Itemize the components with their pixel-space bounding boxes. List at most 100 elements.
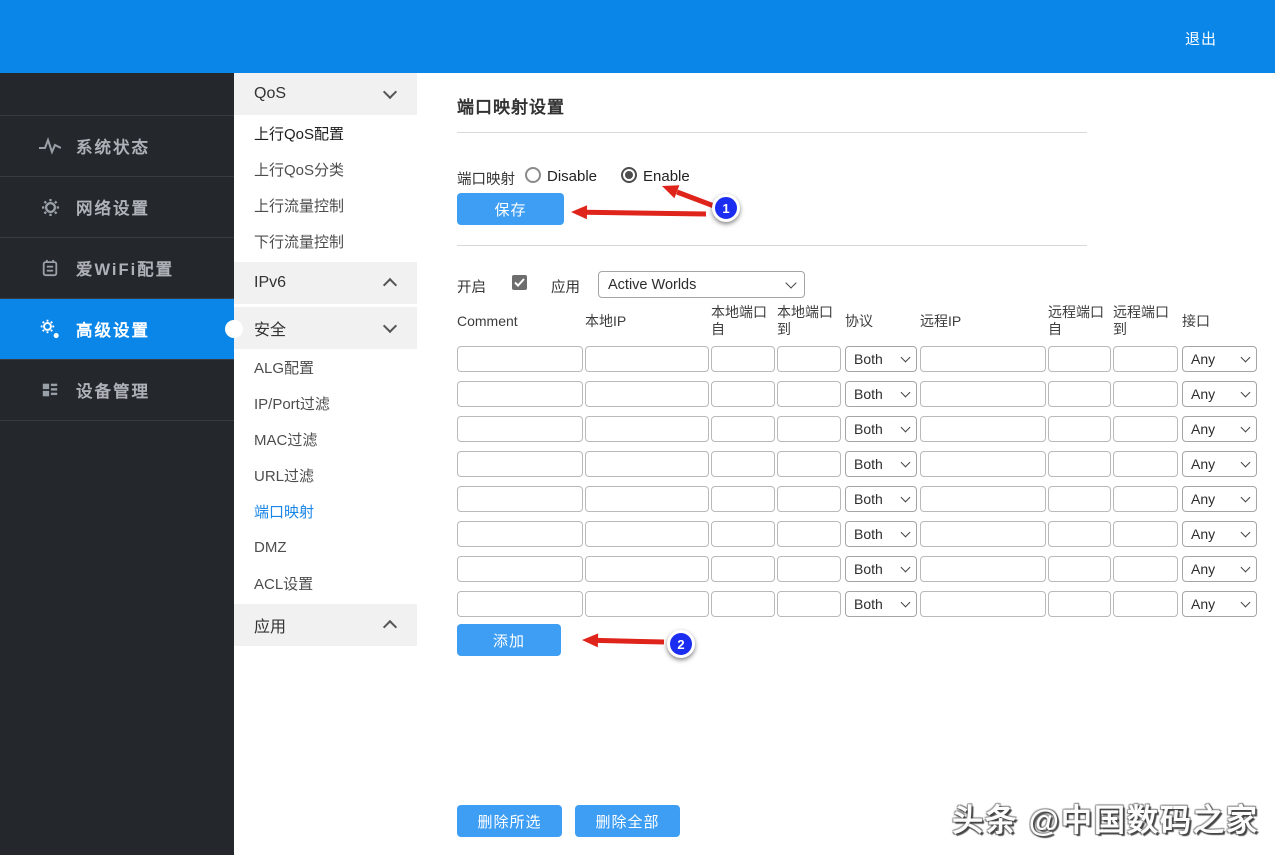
comment-input[interactable] xyxy=(457,486,583,512)
submenu-item-downlink-traffic-control[interactable]: 下行流量控制 xyxy=(234,223,417,259)
local-port-from-input[interactable] xyxy=(711,381,775,407)
submenu-item-acl-settings[interactable]: ACL设置 xyxy=(234,565,417,601)
logout-button[interactable]: 退出 xyxy=(1185,28,1217,49)
local-port-from-input[interactable] xyxy=(711,346,775,372)
sidebar-item-device-management[interactable]: 设备管理 xyxy=(0,360,234,421)
protocol-select[interactable]: Both xyxy=(845,381,917,407)
remote-port-from-input[interactable] xyxy=(1048,521,1111,547)
local-port-to-input[interactable] xyxy=(777,346,841,372)
submenu-item-port-mapping[interactable]: 端口映射 xyxy=(234,493,417,529)
remote-ip-input[interactable] xyxy=(920,416,1046,442)
local-port-to-input[interactable] xyxy=(777,381,841,407)
remote-port-from-input[interactable] xyxy=(1048,416,1111,442)
remote-port-to-input[interactable] xyxy=(1113,486,1178,512)
local-port-from-input[interactable] xyxy=(711,451,775,477)
comment-input[interactable] xyxy=(457,521,583,547)
remote-port-to-input[interactable] xyxy=(1113,451,1178,477)
protocol-select[interactable]: Both xyxy=(845,416,917,442)
remote-ip-input[interactable] xyxy=(920,521,1046,547)
protocol-select[interactable]: Both xyxy=(845,521,917,547)
submenu-section-application[interactable]: 应用 xyxy=(234,604,417,646)
submenu-section-qos[interactable]: QoS xyxy=(234,73,417,115)
local-port-from-input[interactable] xyxy=(711,556,775,582)
comment-input[interactable] xyxy=(457,591,583,617)
interface-select[interactable]: Any xyxy=(1182,591,1257,617)
submenu-item-url-filter[interactable]: URL过滤 xyxy=(234,457,417,493)
delete-selected-button[interactable]: 删除所选 xyxy=(457,805,562,837)
remote-ip-input[interactable] xyxy=(920,486,1046,512)
remote-ip-input[interactable] xyxy=(920,346,1046,372)
remote-port-to-input[interactable] xyxy=(1113,591,1178,617)
local-port-to-input[interactable] xyxy=(777,556,841,582)
local-ip-input[interactable] xyxy=(585,486,709,512)
submenu-item-uplink-qos-config[interactable]: 上行QoS配置 xyxy=(234,115,417,151)
local-port-from-input[interactable] xyxy=(711,521,775,547)
disable-radio[interactable] xyxy=(525,167,541,183)
remote-ip-input[interactable] xyxy=(920,591,1046,617)
remote-port-to-input[interactable] xyxy=(1113,416,1178,442)
sidebar-item-advanced-settings[interactable]: 高级设置 xyxy=(0,299,243,360)
interface-select[interactable]: Any xyxy=(1182,346,1257,372)
remote-port-from-input[interactable] xyxy=(1048,486,1111,512)
local-ip-input[interactable] xyxy=(585,591,709,617)
add-button[interactable]: 添加 xyxy=(457,624,561,656)
local-port-to-input[interactable] xyxy=(777,416,841,442)
local-ip-input[interactable] xyxy=(585,556,709,582)
comment-input[interactable] xyxy=(457,381,583,407)
comment-input[interactable] xyxy=(457,451,583,477)
remote-port-to-input[interactable] xyxy=(1113,556,1178,582)
sidebar-item-wifi-config[interactable]: 爱WiFi配置 xyxy=(0,238,234,299)
interface-select[interactable]: Any xyxy=(1182,521,1257,547)
remote-port-from-input[interactable] xyxy=(1048,381,1111,407)
local-ip-input[interactable] xyxy=(585,416,709,442)
interface-select[interactable]: Any xyxy=(1182,416,1257,442)
disable-radio-label[interactable]: Disable xyxy=(547,168,597,185)
submenu-item-uplink-traffic-control[interactable]: 上行流量控制 xyxy=(234,187,417,223)
submenu-section-ipv6[interactable]: IPv6 xyxy=(234,262,417,304)
remote-port-from-input[interactable] xyxy=(1048,451,1111,477)
interface-select[interactable]: Any xyxy=(1182,381,1257,407)
remote-port-to-input[interactable] xyxy=(1113,346,1178,372)
protocol-select[interactable]: Both xyxy=(845,451,917,477)
remote-ip-input[interactable] xyxy=(920,451,1046,477)
comment-input[interactable] xyxy=(457,346,583,372)
sidebar-item-system-status[interactable]: 系统状态 xyxy=(0,116,234,177)
remote-port-from-input[interactable] xyxy=(1048,346,1111,372)
comment-input[interactable] xyxy=(457,556,583,582)
remote-port-to-input[interactable] xyxy=(1113,381,1178,407)
remote-port-from-input[interactable] xyxy=(1048,591,1111,617)
local-port-to-input[interactable] xyxy=(777,591,841,617)
protocol-select[interactable]: Both xyxy=(845,346,917,372)
remote-ip-input[interactable] xyxy=(920,381,1046,407)
save-button[interactable]: 保存 xyxy=(457,193,564,225)
submenu-item-uplink-qos-class[interactable]: 上行QoS分类 xyxy=(234,151,417,187)
protocol-select[interactable]: Both xyxy=(845,556,917,582)
local-port-from-input[interactable] xyxy=(711,486,775,512)
enable-radio[interactable] xyxy=(621,167,637,183)
remote-port-from-input[interactable] xyxy=(1048,556,1111,582)
enable-radio-label[interactable]: Enable xyxy=(643,168,690,185)
local-port-to-input[interactable] xyxy=(777,451,841,477)
delete-all-button[interactable]: 删除全部 xyxy=(575,805,680,837)
submenu-item-dmz[interactable]: DMZ xyxy=(234,529,417,565)
local-ip-input[interactable] xyxy=(585,346,709,372)
interface-select[interactable]: Any xyxy=(1182,486,1257,512)
remote-ip-input[interactable] xyxy=(920,556,1046,582)
comment-input[interactable] xyxy=(457,416,583,442)
submenu-item-ip-port-filter[interactable]: IP/Port过滤 xyxy=(234,385,417,421)
local-ip-input[interactable] xyxy=(585,451,709,477)
protocol-select[interactable]: Both xyxy=(845,486,917,512)
sidebar-item-network-settings[interactable]: 网络设置 xyxy=(0,177,234,238)
interface-select[interactable]: Any xyxy=(1182,451,1257,477)
remote-port-to-input[interactable] xyxy=(1113,521,1178,547)
interface-select[interactable]: Any xyxy=(1182,556,1257,582)
application-select[interactable]: Active Worlds xyxy=(598,271,805,298)
submenu-section-security[interactable]: 安全 xyxy=(234,307,417,349)
submenu-item-alg-config[interactable]: ALG配置 xyxy=(234,349,417,385)
submenu-item-mac-filter[interactable]: MAC过滤 xyxy=(234,421,417,457)
local-port-from-input[interactable] xyxy=(711,591,775,617)
local-port-from-input[interactable] xyxy=(711,416,775,442)
protocol-select[interactable]: Both xyxy=(845,591,917,617)
local-port-to-input[interactable] xyxy=(777,486,841,512)
local-ip-input[interactable] xyxy=(585,521,709,547)
